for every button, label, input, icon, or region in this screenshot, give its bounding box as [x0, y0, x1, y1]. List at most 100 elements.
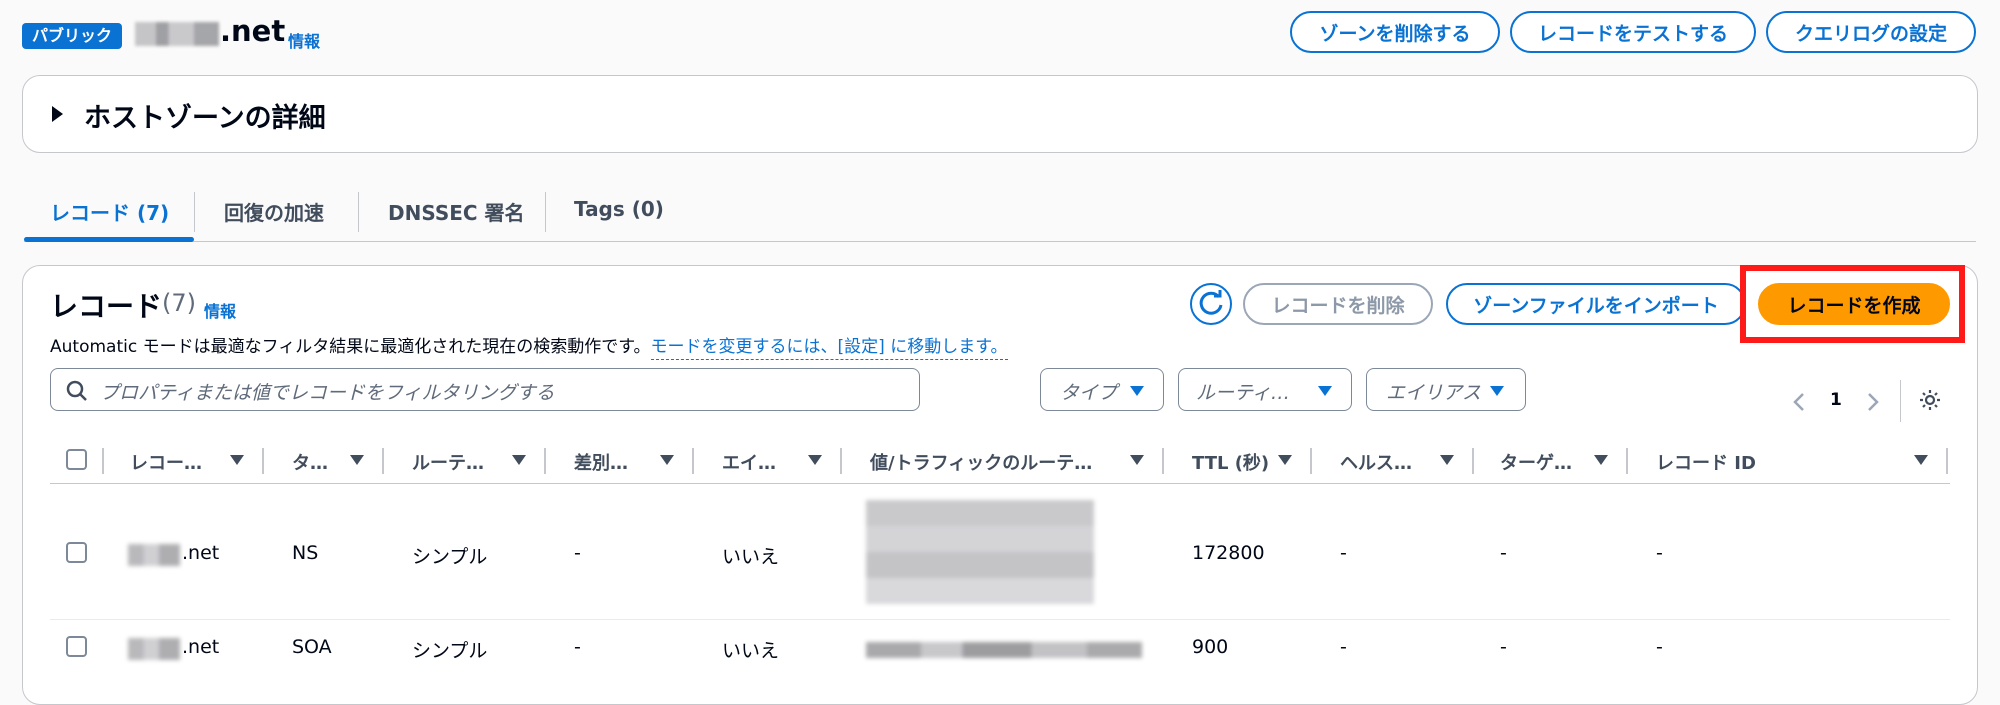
chevron-down-icon: [1318, 386, 1332, 396]
active-tab-indicator: [24, 237, 194, 242]
next-page-icon[interactable]: [1866, 392, 1880, 412]
sort-icon[interactable]: [1440, 455, 1454, 465]
column-header-record-name[interactable]: レコー…: [130, 449, 202, 475]
pager-divider: [1900, 380, 1901, 422]
sort-icon[interactable]: [512, 455, 526, 465]
sort-icon[interactable]: [1914, 455, 1928, 465]
tab-separator: [545, 192, 546, 232]
record-ttl: 172800: [1192, 542, 1265, 564]
column-header-ttl[interactable]: TTL (秒): [1192, 449, 1269, 475]
tab-records[interactable]: レコード (7): [50, 197, 169, 226]
zone-name: .net: [220, 14, 286, 48]
current-page[interactable]: 1: [1830, 390, 1842, 410]
tab-separator: [194, 192, 195, 232]
tab-dnssec[interactable]: DNSSEC 署名: [388, 197, 525, 226]
record-name: .net: [182, 636, 220, 658]
record-target: -: [1500, 636, 1507, 658]
row-checkbox[interactable]: [66, 542, 87, 563]
column-separator: [1310, 448, 1312, 474]
type-filter-label: タイプ: [1060, 382, 1118, 404]
hosted-zone-details-title: ホストゾーンの詳細: [84, 103, 326, 134]
sort-icon[interactable]: [1278, 455, 1292, 465]
column-header-routing[interactable]: ルーテ…: [412, 449, 484, 475]
record-type: SOA: [292, 636, 332, 658]
tab-divider: [24, 241, 1976, 242]
change-mode-link[interactable]: モードを変更するには、[設定] に移動します。: [650, 337, 1008, 360]
table-row[interactable]: .net SOA シンプル - いいえ 900 - - -: [0, 620, 2000, 680]
caret-right-icon: [52, 106, 63, 122]
column-separator: [1472, 448, 1474, 474]
refresh-button[interactable]: [1190, 283, 1232, 325]
alias-filter-label: エイリアス: [1386, 382, 1482, 404]
routing-filter-label: ルーティ…: [1196, 382, 1290, 404]
column-header-value[interactable]: 値/トラフィックのルーテ…: [870, 449, 1092, 475]
column-header-record-id[interactable]: レコード ID: [1656, 449, 1756, 475]
public-badge: パブリック: [22, 23, 123, 49]
record-type: NS: [292, 542, 319, 564]
column-separator: [1946, 448, 1948, 474]
import-zone-file-button[interactable]: ゾーンファイルをインポート: [1446, 283, 1746, 325]
record-differentiator: -: [574, 636, 581, 658]
column-separator: [692, 448, 694, 474]
record-routing: シンプル: [412, 546, 488, 568]
tab-accelerated-recovery[interactable]: 回復の加速: [224, 197, 324, 226]
zone-name-redacted: [135, 22, 219, 46]
record-routing: シンプル: [412, 640, 488, 662]
description-text: Automatic モードは最適なフィルタ結果に最適化された現在の検索動作です。: [50, 337, 651, 357]
previous-page-icon[interactable]: [1792, 392, 1806, 412]
delete-zone-button[interactable]: ゾーンを削除する: [1290, 11, 1500, 53]
table-row[interactable]: .net NS シンプル - いいえ 172800 - - -: [0, 484, 2000, 619]
query-log-settings-button[interactable]: クエリログの設定: [1766, 11, 1976, 53]
sort-icon[interactable]: [808, 455, 822, 465]
records-count: (7): [162, 289, 196, 317]
column-separator: [102, 448, 104, 474]
tab-separator: [358, 192, 359, 232]
chevron-down-icon: [1130, 386, 1144, 396]
record-alias: いいえ: [722, 640, 780, 662]
column-header-type[interactable]: タ…: [292, 449, 328, 475]
chevron-down-icon: [1490, 386, 1504, 396]
test-record-button[interactable]: レコードをテストする: [1510, 11, 1756, 53]
search-placeholder: プロパティまたは値でレコードをフィルタリングする: [100, 382, 555, 404]
sort-icon[interactable]: [230, 455, 244, 465]
record-health: -: [1340, 636, 1347, 658]
column-separator: [262, 448, 264, 474]
record-value-redacted: [866, 500, 1094, 604]
delete-record-button[interactable]: レコードを削除: [1243, 283, 1433, 325]
record-id: -: [1656, 542, 1663, 564]
column-header-target[interactable]: ターゲ…: [1500, 449, 1572, 475]
record-alias: いいえ: [722, 546, 780, 568]
record-target: -: [1500, 542, 1507, 564]
info-link[interactable]: 情報: [288, 28, 320, 52]
records-title: レコード: [50, 290, 163, 323]
record-differentiator: -: [574, 542, 581, 564]
row-checkbox[interactable]: [66, 636, 87, 657]
column-separator: [1162, 448, 1164, 474]
record-name-redacted: [128, 638, 180, 660]
column-separator: [840, 448, 842, 474]
highlight-box: [1740, 265, 1965, 343]
sort-icon[interactable]: [1594, 455, 1608, 465]
select-all-checkbox[interactable]: [66, 449, 87, 470]
tab-tags[interactable]: Tags (0): [574, 197, 664, 221]
record-name-redacted: [128, 544, 180, 566]
gear-icon[interactable]: [1918, 388, 1942, 412]
record-ttl: 900: [1192, 636, 1229, 658]
sort-icon[interactable]: [350, 455, 364, 465]
column-separator: [544, 448, 546, 474]
column-header-differentiator[interactable]: 差別…: [574, 449, 628, 475]
sort-icon[interactable]: [660, 455, 674, 465]
record-id: -: [1656, 636, 1663, 658]
records-info-link[interactable]: 情報: [204, 298, 236, 322]
column-header-alias[interactable]: エイ…: [722, 449, 776, 475]
column-header-health[interactable]: ヘルス…: [1340, 449, 1412, 475]
record-health: -: [1340, 542, 1347, 564]
refresh-icon: [1199, 290, 1223, 315]
record-value-redacted: [866, 642, 1142, 658]
search-icon: [66, 380, 87, 401]
column-separator: [1626, 448, 1628, 474]
sort-icon[interactable]: [1130, 455, 1144, 465]
column-separator: [382, 448, 384, 474]
search-mode-description: Automatic モードは最適なフィルタ結果に最適化された現在の検索動作です。…: [50, 332, 1008, 360]
record-name: .net: [182, 542, 220, 564]
